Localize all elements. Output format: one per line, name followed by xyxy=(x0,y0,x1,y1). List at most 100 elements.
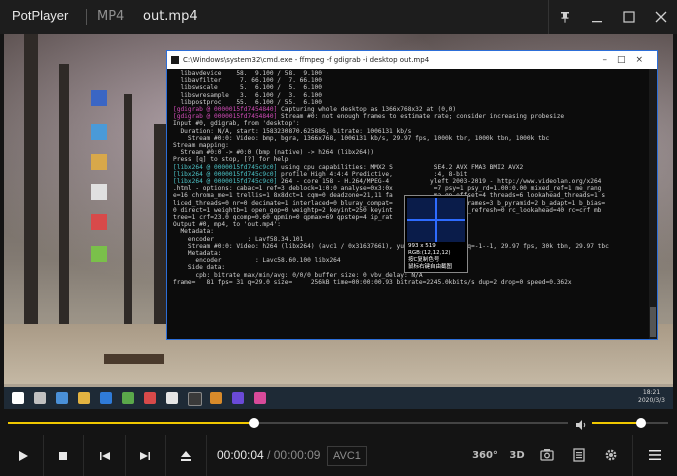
cmd-line: [libx264 @ 0000015fd745c9c0] 264 - core … xyxy=(173,178,602,186)
title-divider xyxy=(86,9,87,25)
playlist-icon xyxy=(573,448,585,462)
overlay-size: 993 x 519 xyxy=(408,243,436,249)
title-bar: PotPlayer MP4 out.mp4 xyxy=(0,0,677,34)
cmd-line: Stream #0:0 -> #0:0 (bmp (native) -> h26… xyxy=(173,149,375,157)
cmd-title: C:\Windows\system32\cmd.exe - ffmpeg -f … xyxy=(183,56,430,64)
taskbar-app-icon xyxy=(100,392,112,404)
taskbar-date: 2020/3/3 xyxy=(638,397,665,404)
cmd-line: [libx264 @ 0000015fd745c9c0] profile Hig… xyxy=(173,170,468,178)
desktop-icon xyxy=(91,154,107,170)
stop-icon xyxy=(59,451,67,460)
menu-icon xyxy=(649,450,661,460)
tree-trunk xyxy=(124,94,132,334)
cmd-line: libpostproc 55. 6.100 / 55. 6.100 xyxy=(173,98,323,106)
overlay-rgb: RGB:(12,12,12) xyxy=(408,250,451,256)
control-divider xyxy=(206,435,207,476)
taskbar-app-icon xyxy=(210,392,222,404)
control-divider xyxy=(632,435,633,476)
search-icon xyxy=(34,392,46,404)
capture-button[interactable] xyxy=(536,444,558,466)
color-picker-overlay: 993 x 519 RGB:(12,12,12) 按C复制色号 鼠标右键自由截图 xyxy=(404,195,468,273)
file-name-title: out.mp4 xyxy=(143,9,198,24)
taskbar-app-icon xyxy=(254,392,266,404)
control-bar: 00:00:04 / 00:00:09 AVC1 360° 3D xyxy=(0,435,677,476)
current-time: 00:00:04 xyxy=(217,448,264,462)
seek-bar-remaining[interactable] xyxy=(254,422,568,424)
cmd-line: libswresample 3. 6.100 / 3. 6.100 xyxy=(173,91,323,99)
magnifier xyxy=(407,198,465,242)
tree-trunk xyxy=(154,124,166,334)
overlay-hint-copy: 按C复制色号 xyxy=(408,257,440,263)
desktop-icon xyxy=(91,184,107,200)
app-logo[interactable]: PotPlayer xyxy=(12,8,68,23)
360-icon: 360° xyxy=(472,449,498,461)
taskbar-app-icon xyxy=(232,392,244,404)
taskbar-app-icon xyxy=(144,392,156,404)
pin-icon[interactable] xyxy=(549,0,581,34)
desktop-icon xyxy=(91,246,107,262)
next-icon xyxy=(140,451,150,460)
play-icon xyxy=(19,450,28,461)
360-vr-button[interactable]: 360° xyxy=(472,444,498,466)
seek-handle[interactable] xyxy=(249,418,259,428)
eject-button[interactable] xyxy=(166,435,206,476)
cmd-line: Input #0, gdigrab, from 'desktop': xyxy=(173,120,300,128)
seek-area xyxy=(0,409,677,435)
cmd-window-controls: –□× xyxy=(602,55,653,65)
next-button[interactable] xyxy=(125,435,165,476)
cmd-line: Stream #0:0: Video: bmp, bgra, 1366x768,… xyxy=(173,134,550,142)
crosshair-vertical xyxy=(435,198,437,242)
desktop-icon xyxy=(91,124,107,140)
terminal-icon xyxy=(188,392,202,406)
cmd-scrollbar xyxy=(649,69,657,339)
cmd-line: libavfilter 7. 66.100 / 7. 66.100 xyxy=(173,77,323,85)
taskbar-app-icon xyxy=(122,392,134,404)
video-taskbar: 18:21 2020/3/3 xyxy=(4,387,673,409)
bench xyxy=(104,354,164,364)
eject-icon xyxy=(181,450,191,461)
time-separator: / xyxy=(267,448,271,462)
control-divider xyxy=(83,435,84,476)
taskbar-app-icon xyxy=(56,392,68,404)
settings-icon xyxy=(605,449,617,461)
volume-slider-level[interactable] xyxy=(592,422,641,424)
seek-bar-progress[interactable] xyxy=(8,422,254,424)
desktop-icon xyxy=(91,90,107,106)
previous-icon xyxy=(100,451,110,460)
total-time: 00:00:09 xyxy=(273,448,321,462)
window-controls xyxy=(548,0,677,34)
cmd-scroll-thumb xyxy=(650,307,656,337)
playlist-button[interactable] xyxy=(568,444,590,466)
windows-icon xyxy=(12,392,24,404)
taskbar-clock: 18:21 2020/3/3 xyxy=(638,389,665,405)
time-display: 00:00:04 / 00:00:09 xyxy=(217,448,320,462)
minimize-icon[interactable] xyxy=(581,0,613,34)
overlay-hint-capture: 鼠标右键自由截图 xyxy=(408,264,453,270)
maximize-icon[interactable] xyxy=(613,0,645,34)
cmd-line: libswscale 5. 6.100 / 5. 6.100 xyxy=(173,84,323,92)
3d-button[interactable]: 3D xyxy=(506,444,528,466)
overlay-info: 993 x 519 RGB:(12,12,12) 按C复制色号 鼠标右键自由截图 xyxy=(408,243,452,271)
3d-icon: 3D xyxy=(509,449,525,461)
stop-button[interactable] xyxy=(43,435,83,476)
cmd-titlebar: C:\Windows\system32\cmd.exe - ffmpeg -f … xyxy=(167,51,657,69)
menu-button[interactable] xyxy=(644,444,666,466)
volume-icon[interactable] xyxy=(575,416,587,435)
tree-trunk xyxy=(24,34,38,334)
cmd-line: .html - options: cabac=1 ref=3 deblock=1… xyxy=(173,185,602,193)
folder-icon xyxy=(78,392,90,404)
previous-button[interactable] xyxy=(85,435,125,476)
codec-badge[interactable]: AVC1 xyxy=(327,446,367,466)
cmd-icon xyxy=(171,56,179,64)
cmd-line: [gdigrab @ 0000015fd7454840] Stream #0: … xyxy=(173,113,565,121)
cmd-line: Duration: N/A, start: 1583230870.625886,… xyxy=(173,127,412,135)
cmd-line: libavdevice 58. 9.100 / 58. 9.100 xyxy=(173,70,323,77)
file-format-label: MP4 xyxy=(97,9,125,24)
settings-button[interactable] xyxy=(600,444,622,466)
volume-handle[interactable] xyxy=(636,418,646,428)
cmd-line: [libx264 @ 0000015fd745c9c0] using cpu c… xyxy=(173,163,524,171)
cmd-line: Press [q] to stop, [?] for help xyxy=(173,156,289,164)
capture-icon xyxy=(540,449,554,461)
close-icon[interactable] xyxy=(645,0,677,34)
play-button[interactable] xyxy=(3,435,43,476)
